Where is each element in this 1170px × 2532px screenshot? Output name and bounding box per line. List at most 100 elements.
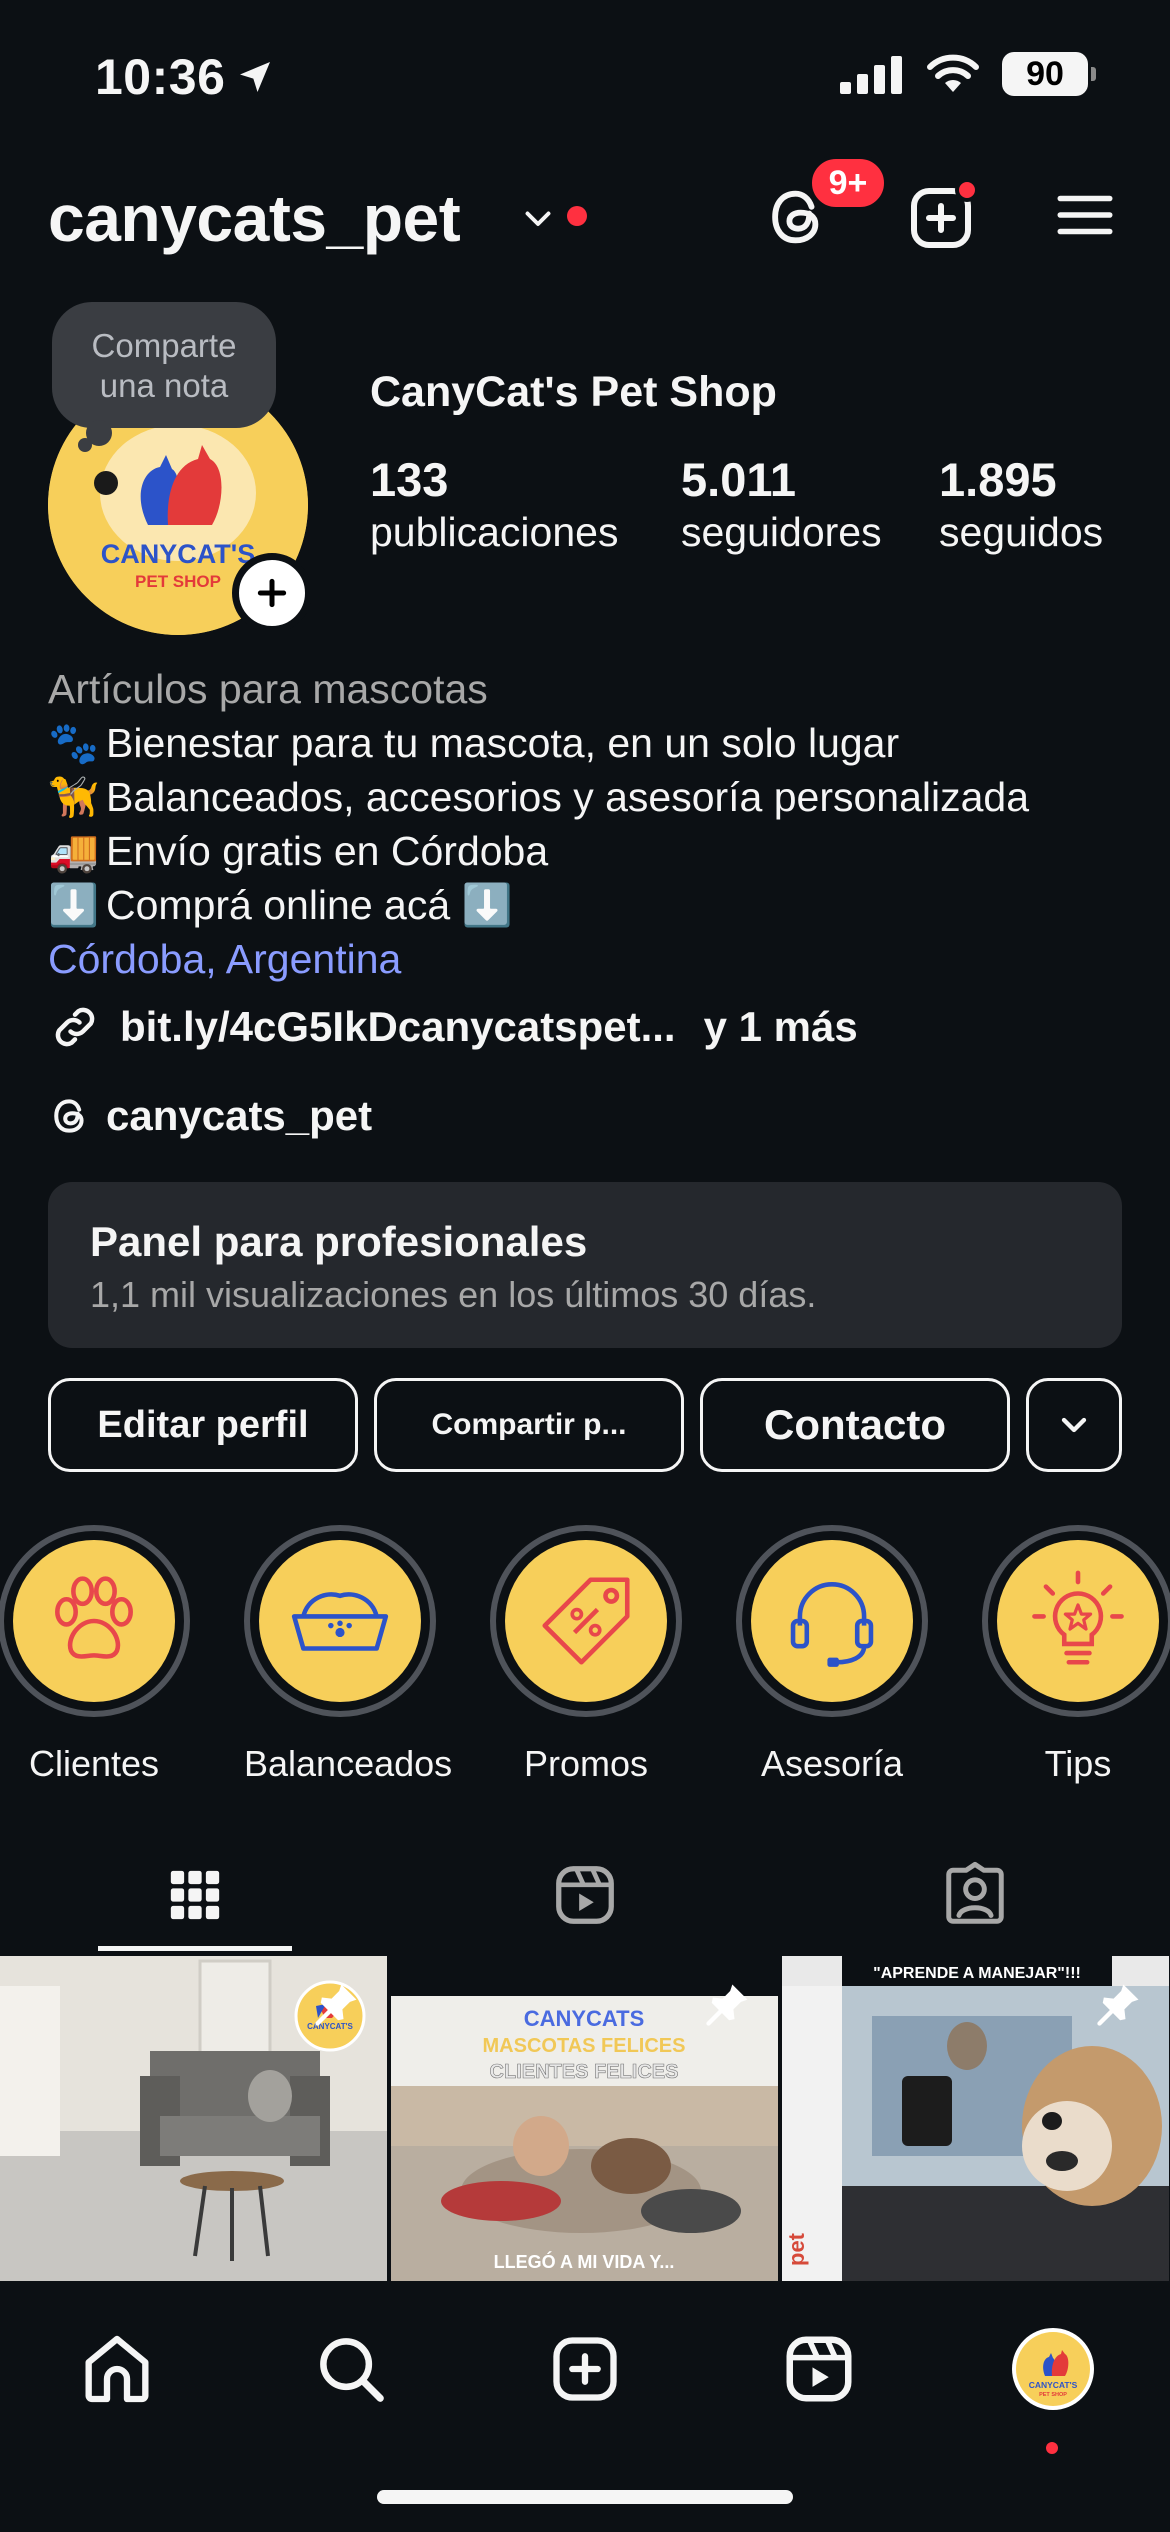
home-indicator[interactable] bbox=[377, 2490, 793, 2504]
reels-icon bbox=[556, 1866, 614, 1924]
wifi-icon bbox=[927, 54, 979, 92]
highlight-ring bbox=[0, 1525, 190, 1717]
bio-line: 🚚 Envío gratis en Córdoba bbox=[48, 824, 1138, 878]
nav-create[interactable] bbox=[535, 2319, 635, 2419]
threads-profile-link[interactable]: canycats_pet bbox=[48, 1092, 372, 1140]
battery-level: 90 bbox=[1026, 54, 1064, 93]
nav-search[interactable] bbox=[301, 2319, 401, 2419]
pin-icon bbox=[315, 1984, 357, 2026]
bio-line: 🐾 Bienestar para tu mascota, en un solo l… bbox=[48, 716, 1138, 770]
post-overlay-line: MASCOTAS FELICES bbox=[483, 2035, 686, 2057]
highlight-label: Tips bbox=[1044, 1743, 1112, 1784]
nav-home[interactable] bbox=[67, 2319, 167, 2419]
nav-profile[interactable]: CANYCAT'S PET SHOP bbox=[1003, 2319, 1103, 2419]
edit-profile-button[interactable]: Editar perfil bbox=[48, 1378, 358, 1472]
battery-indicator: 90 bbox=[1002, 52, 1096, 96]
menu-icon[interactable] bbox=[1052, 182, 1118, 248]
highlight-cover bbox=[751, 1540, 913, 1702]
stat-following[interactable]: 1.895 seguidos bbox=[939, 452, 1103, 556]
clock-text: 10:36 bbox=[95, 49, 226, 105]
stat-label: publicaciones bbox=[370, 509, 619, 555]
note-prompt-line2: una nota bbox=[99, 367, 229, 404]
bio-category: Artículos para mascotas bbox=[48, 666, 488, 712]
threads-badge: 9+ bbox=[808, 155, 888, 211]
tab-posts-grid[interactable] bbox=[0, 1840, 390, 1950]
create-post-icon bbox=[553, 2337, 617, 2401]
bio-link-row[interactable]: bit.ly/4cG5IkDcanycatspet... y 1 más bbox=[48, 1000, 858, 1054]
price-tag-icon bbox=[542, 1577, 630, 1665]
highlight-asesoria[interactable]: Asesoría bbox=[736, 1525, 928, 1785]
add-story-button[interactable] bbox=[232, 553, 312, 633]
stat-label: seguidores bbox=[681, 509, 882, 555]
status-indicators: 90 bbox=[840, 52, 1096, 96]
highlight-label: Balanceados bbox=[244, 1743, 453, 1784]
pro-panel-subtitle: 1,1 mil visualizaciones en los últimos 3… bbox=[90, 1274, 817, 1315]
cellular-signal-icon bbox=[840, 56, 902, 94]
profile-bio: Artículos para mascotas 🐾 Bienestar para … bbox=[48, 662, 1138, 986]
tab-reels[interactable] bbox=[390, 1840, 780, 1950]
threads-handle: canycats_pet bbox=[106, 1092, 373, 1139]
post-overlay-brand: CANYCATS bbox=[524, 2006, 645, 2031]
chevron-down-icon bbox=[1061, 1417, 1087, 1433]
highlight-label: Clientes bbox=[28, 1743, 160, 1784]
profile-header: canycats_pet 9+ bbox=[0, 155, 1170, 270]
contact-button[interactable]: Contacto bbox=[700, 1378, 1010, 1472]
stat-value: 1.895 bbox=[939, 453, 1057, 506]
post-overlay-caption: "APRENDE A MANEJAR"!!! bbox=[873, 1965, 1081, 1982]
reels-icon bbox=[786, 2336, 852, 2402]
highlight-balanceados[interactable]: Balanceados bbox=[244, 1525, 453, 1785]
bio-line-text: Balanceados, accesorios y asesoría perso… bbox=[106, 774, 1030, 820]
share-profile-button[interactable]: Compartir p... bbox=[374, 1378, 684, 1472]
threads-icon bbox=[54, 1099, 84, 1133]
bio-line: ⬇️ Comprá online acá ⬇️ bbox=[48, 878, 1138, 932]
notification-dot bbox=[567, 206, 587, 226]
bio-location-link[interactable]: Córdoba, Argentina bbox=[48, 932, 1138, 986]
plus-icon bbox=[257, 578, 287, 608]
status-time: 10:36 bbox=[95, 48, 275, 106]
paw-prints-emoji: 🐾 bbox=[48, 720, 100, 766]
bio-line-text: Envío gratis en Córdoba bbox=[106, 828, 549, 874]
mini-logo-subtext: PET SHOP bbox=[1039, 2392, 1067, 2398]
status-bar: 10:36 90 bbox=[0, 0, 1170, 150]
bio-link-more[interactable]: y 1 más bbox=[704, 1003, 858, 1051]
tab-tagged[interactable] bbox=[780, 1840, 1170, 1950]
down-arrow-emoji: ⬇️ bbox=[48, 882, 100, 928]
mini-logo-text: CANYCAT'S bbox=[1029, 2380, 1078, 2390]
tagged-person-icon bbox=[946, 1861, 1004, 1924]
grid-icon bbox=[170, 1870, 220, 1920]
highlight-cover bbox=[997, 1540, 1159, 1702]
post-thumbnail[interactable]: CANYCAT'S bbox=[0, 1956, 387, 2281]
stat-posts[interactable]: 133 publicaciones bbox=[370, 452, 618, 556]
highlight-cover bbox=[259, 1540, 421, 1702]
location-arrow-icon bbox=[240, 62, 271, 92]
pin-icon bbox=[706, 1984, 748, 2026]
paw-icon bbox=[55, 1576, 133, 1659]
truck-emoji: 🚚 bbox=[48, 828, 100, 874]
share-note-bubble[interactable]: Comparte una nota bbox=[52, 302, 276, 446]
nav-reels[interactable] bbox=[769, 2319, 869, 2419]
bio-link-text[interactable]: bit.ly/4cG5IkDcanycatspet... bbox=[120, 1003, 676, 1051]
highlight-label: Promos bbox=[523, 1743, 649, 1784]
account-switcher[interactable]: canycats_pet bbox=[48, 180, 461, 256]
highlight-tips[interactable]: Tips bbox=[982, 1525, 1170, 1785]
suggested-accounts-button[interactable] bbox=[1026, 1378, 1122, 1472]
stat-followers[interactable]: 5.011 seguidores bbox=[681, 452, 882, 556]
professional-dashboard-card[interactable]: Panel para profesionales 1,1 mil visuali… bbox=[48, 1182, 1122, 1348]
post-thumbnail[interactable]: CANYCATS MASCOTAS FELICES CLIENTES FELIC… bbox=[391, 1956, 778, 2281]
stat-label: seguidos bbox=[939, 509, 1104, 555]
post-thumbnail[interactable]: "APRENDE A MANEJAR"!!! pet bbox=[782, 1956, 1169, 2281]
home-icon bbox=[85, 2335, 149, 2403]
post-overlay-caption: LLEGÓ A MI VIDA Y... bbox=[494, 2251, 675, 2272]
highlight-clientes[interactable]: Clientes bbox=[0, 1525, 190, 1785]
bio-line-text: Bienestar para tu mascota, en un solo lu… bbox=[106, 720, 900, 766]
stat-value: 5.011 bbox=[681, 453, 797, 506]
bio-line: 🦮 Balanceados, accesorios y asesoría pers… bbox=[48, 770, 1138, 824]
highlight-ring bbox=[982, 1525, 1170, 1717]
note-prompt-line1: Comparte bbox=[91, 327, 237, 364]
search-icon bbox=[320, 2338, 384, 2402]
chevron-down-icon[interactable] bbox=[520, 200, 556, 236]
logo-text-sub: PET SHOP bbox=[135, 572, 221, 591]
link-icon bbox=[55, 1007, 95, 1047]
headset-icon bbox=[790, 1582, 874, 1667]
highlight-promos[interactable]: Promos bbox=[490, 1525, 682, 1785]
